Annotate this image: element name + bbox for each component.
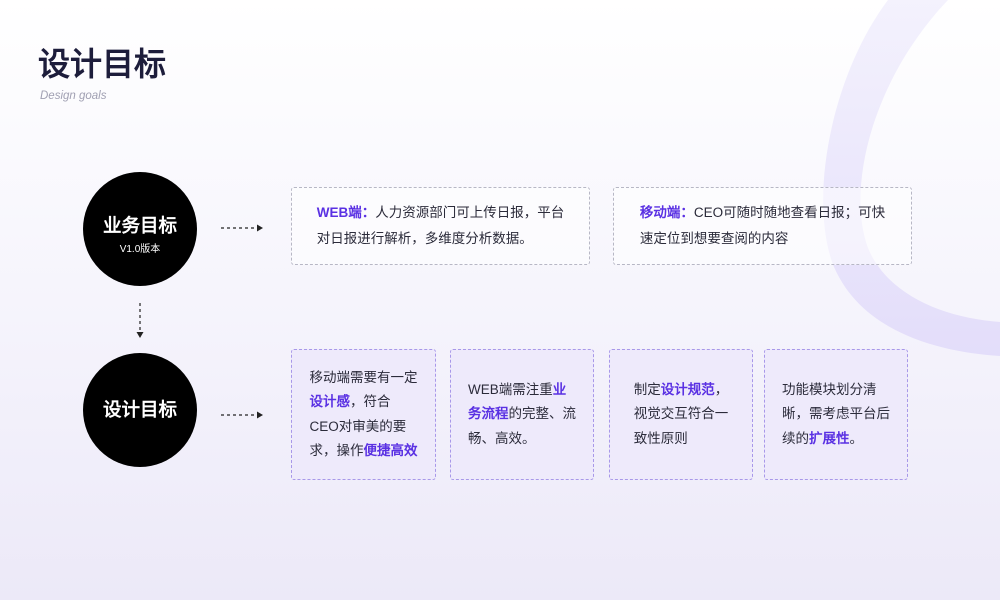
card-highlight: 业 <box>552 381 567 397</box>
card-text-segment: 人力资源部门可上传日报，平台 <box>375 205 565 220</box>
card-line: 功能模块划分清 <box>782 378 890 403</box>
card-text-segment: 致性原则 <box>633 430 688 446</box>
design-goal-card-scalability: 功能模块划分清 晰，需考虑平台后 续的扩展性。 <box>764 349 908 480</box>
arrow-right-icon <box>221 411 263 419</box>
card-line: WEB端需注重业 <box>468 378 576 403</box>
card-text-segment: ，符合 <box>350 394 391 409</box>
decorative-arc <box>823 0 1000 356</box>
card-text-segment: 晰，需考虑平台后 <box>782 406 890 422</box>
card-text-segment: 速定位到想要查阅的内容 <box>639 231 789 246</box>
card-text-segment: WEB端需注重 <box>468 381 553 397</box>
card-line: 畅、高效。 <box>468 427 576 452</box>
business-goal-card-web: WEB端：人力资源部门可上传日报，平台 对日报进行解析，多维度分析数据。 <box>291 187 590 265</box>
page-title: 设计目标 <box>38 46 167 82</box>
card-text-segment: CEO可随时随地查看日报；可快 <box>693 205 886 220</box>
card-line: 对日报进行解析，多维度分析数据。 <box>317 226 565 252</box>
card-line: CEO对审美的要 <box>310 415 418 440</box>
design-goal-card-aesthetics: 移动端需要有一定 设计感，符合 CEO对审美的要 求，操作便捷高效 <box>291 349 436 480</box>
card-line: 制定设计规范， <box>634 378 729 403</box>
card-highlight: 扩展性 <box>809 430 850 446</box>
design-goal-card-process: WEB端需注重业 务流程的完整、流 畅、高效。 <box>450 349 594 480</box>
card-line: 务流程的完整、流 <box>468 402 576 427</box>
card-line: 速定位到想要查阅的内容 <box>640 226 885 252</box>
card-text-segment: 移动端需要有一定 <box>309 369 418 385</box>
card-text-segment: 视觉交互符合一 <box>633 406 729 422</box>
slide: 设计目标 Design goals 业务目标 V1.0版本 设计目标 WEB端：… <box>0 0 1000 600</box>
card-text-segment: 续的 <box>782 430 809 446</box>
card-highlight: WEB端： <box>316 205 376 220</box>
card-text-segment: 。 <box>849 430 864 446</box>
card-text-segment: 的完整、流 <box>508 406 577 422</box>
stage-circle-business-goals: 业务目标 V1.0版本 <box>83 172 197 286</box>
design-goal-card-standards: 制定设计规范， 视觉交互符合一 致性原则 <box>609 349 753 480</box>
card-line: 求，操作便捷高效 <box>310 439 418 464</box>
card-text-segment: CEO对审美的要 <box>309 418 407 434</box>
card-line: 设计感，符合 <box>310 390 418 415</box>
arrow-right-icon <box>221 224 263 232</box>
card-highlight: 设计规范 <box>660 381 715 397</box>
card-text-segment: ， <box>714 381 729 397</box>
stage-version: V1.0版本 <box>119 244 161 255</box>
card-line: 视觉交互符合一 <box>634 402 729 427</box>
page-subtitle: Design goals <box>40 90 107 102</box>
card-line: 移动端：CEO可随时随地查看日报；可快 <box>640 200 885 226</box>
card-highlight: 设计感 <box>309 394 351 409</box>
card-line: 晰，需考虑平台后 <box>782 402 890 427</box>
business-goal-card-mobile: 移动端：CEO可随时随地查看日报；可快 速定位到想要查阅的内容 <box>613 187 912 265</box>
card-text: WEB端：人力资源部门可上传日报，平台 对日报进行解析，多维度分析数据。 <box>317 200 565 252</box>
card-highlight: 移动端： <box>639 205 694 220</box>
card-text-segment: 对日报进行解析，多维度分析数据。 <box>316 231 533 246</box>
card-text-segment: 制定 <box>633 381 661 397</box>
card-highlight: 便捷高效 <box>363 443 418 458</box>
card-line: 续的扩展性。 <box>782 427 890 452</box>
stage-title: 业务目标 <box>102 215 177 236</box>
card-text-segment: 功能模块划分清 <box>782 381 877 397</box>
card-line: 致性原则 <box>634 427 729 452</box>
arrow-down-icon <box>136 303 144 338</box>
card-text: 移动端：CEO可随时随地查看日报；可快 速定位到想要查阅的内容 <box>640 200 885 252</box>
card-text-segment: 求，操作 <box>309 443 364 458</box>
card-text: 制定设计规范， 视觉交互符合一 致性原则 <box>634 378 729 452</box>
card-text: 功能模块划分清 晰，需考虑平台后 续的扩展性。 <box>782 378 890 452</box>
card-text: 移动端需要有一定 设计感，符合 CEO对审美的要 求，操作便捷高效 <box>310 366 418 464</box>
card-text-segment: 畅、高效。 <box>468 430 536 446</box>
stage-title: 设计目标 <box>102 399 177 420</box>
card-text: WEB端需注重业 务流程的完整、流 畅、高效。 <box>468 378 576 452</box>
card-line: 移动端需要有一定 <box>310 366 418 391</box>
card-line: WEB端：人力资源部门可上传日报，平台 <box>317 200 565 226</box>
card-highlight: 务流程 <box>468 406 509 422</box>
stage-circle-design-goals: 设计目标 <box>83 353 197 467</box>
